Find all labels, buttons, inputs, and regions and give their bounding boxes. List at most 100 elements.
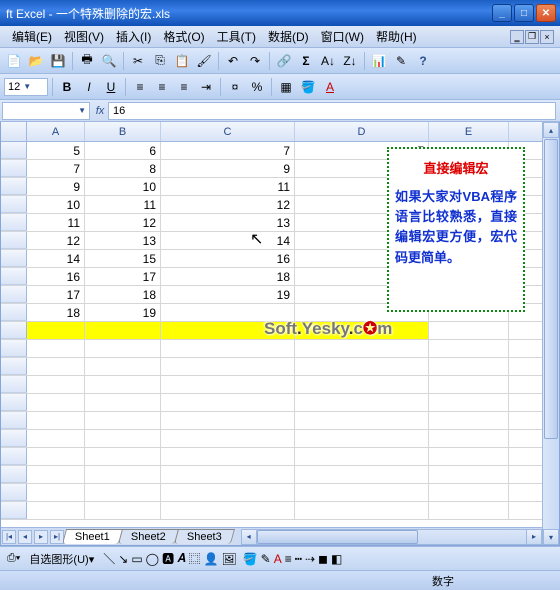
cell[interactable] — [161, 340, 295, 357]
col-header-e[interactable]: E — [429, 122, 509, 141]
cell[interactable]: 17 — [27, 286, 85, 303]
cell[interactable] — [429, 466, 509, 483]
line-icon[interactable]: ＼ — [103, 550, 115, 567]
cell[interactable] — [295, 448, 429, 465]
redo-icon[interactable]: ↷ — [245, 51, 265, 71]
fx-icon[interactable]: fx — [92, 105, 108, 117]
table-row[interactable] — [1, 412, 542, 430]
row-header[interactable] — [1, 340, 27, 357]
italic-button[interactable]: I — [79, 77, 99, 97]
vscroll-down-button[interactable]: ▾ — [543, 529, 559, 545]
cell[interactable] — [27, 502, 85, 519]
row-header[interactable] — [1, 358, 27, 375]
cell[interactable]: 14 — [161, 232, 295, 249]
cell[interactable] — [27, 394, 85, 411]
cell[interactable] — [429, 394, 509, 411]
cell[interactable] — [429, 340, 509, 357]
name-box[interactable]: ▼ — [2, 102, 90, 120]
fill-shape-icon[interactable]: 🪣 — [243, 552, 258, 566]
vertical-scrollbar[interactable]: ▴ ▾ — [542, 122, 559, 545]
cell[interactable] — [161, 394, 295, 411]
cell[interactable] — [85, 394, 161, 411]
cell[interactable] — [295, 394, 429, 411]
hyperlink-icon[interactable]: 🔗 — [274, 51, 294, 71]
cell[interactable] — [295, 466, 429, 483]
cell[interactable] — [161, 412, 295, 429]
cell[interactable]: 6 — [85, 142, 161, 159]
cell[interactable]: 11 — [161, 178, 295, 195]
dash-style-icon[interactable]: ┅ — [295, 552, 302, 566]
table-row[interactable] — [1, 340, 542, 358]
table-row[interactable] — [1, 358, 542, 376]
cell[interactable] — [27, 412, 85, 429]
cut-icon[interactable]: ✂ — [128, 51, 148, 71]
row-header[interactable] — [1, 214, 27, 231]
cell[interactable] — [161, 376, 295, 393]
cell[interactable] — [27, 466, 85, 483]
doc-restore-button[interactable]: ❐ — [525, 30, 539, 44]
font-color-icon[interactable]: A — [320, 77, 340, 97]
cell[interactable]: 13 — [161, 214, 295, 231]
cell[interactable] — [295, 430, 429, 447]
align-left-icon[interactable]: ≡ — [130, 77, 150, 97]
cell[interactable]: 19 — [161, 286, 295, 303]
vscroll-thumb[interactable] — [544, 139, 558, 439]
chart-icon[interactable]: 📊 — [369, 51, 389, 71]
font-color2-icon[interactable]: A — [274, 552, 282, 566]
cell[interactable] — [161, 466, 295, 483]
cell[interactable] — [85, 502, 161, 519]
hscroll-thumb[interactable] — [257, 530, 419, 544]
table-row[interactable] — [1, 394, 542, 412]
cell[interactable]: 10 — [27, 196, 85, 213]
rectangle-icon[interactable]: ▭ — [131, 552, 142, 566]
cell[interactable] — [429, 502, 509, 519]
merge-center-icon[interactable]: ⇥ — [196, 77, 216, 97]
cell[interactable]: 15 — [85, 250, 161, 267]
cell[interactable] — [27, 448, 85, 465]
table-row[interactable] — [1, 322, 542, 340]
close-button[interactable]: ✕ — [536, 4, 556, 22]
row-header[interactable] — [1, 304, 27, 321]
cell[interactable]: 12 — [27, 232, 85, 249]
table-row[interactable] — [1, 502, 542, 520]
cell[interactable] — [161, 484, 295, 501]
row-header[interactable] — [1, 232, 27, 249]
cell[interactable]: 14 — [27, 250, 85, 267]
row-header[interactable] — [1, 286, 27, 303]
cell[interactable] — [161, 304, 295, 321]
row-header[interactable] — [1, 502, 27, 519]
cell[interactable] — [429, 484, 509, 501]
cell[interactable]: 11 — [85, 196, 161, 213]
help-icon[interactable]: ? — [413, 51, 433, 71]
cell[interactable] — [85, 358, 161, 375]
cell[interactable] — [161, 502, 295, 519]
format-painter-icon[interactable]: 🖌 — [194, 51, 214, 71]
row-header[interactable] — [1, 394, 27, 411]
cell[interactable] — [295, 412, 429, 429]
cell[interactable] — [27, 322, 85, 339]
cell[interactable] — [429, 412, 509, 429]
cell[interactable] — [161, 448, 295, 465]
doc-close-button[interactable]: × — [540, 30, 554, 44]
cell[interactable]: 12 — [161, 196, 295, 213]
row-header[interactable] — [1, 412, 27, 429]
cell[interactable] — [85, 376, 161, 393]
font-size-dropdown[interactable]: 12▼ — [4, 78, 48, 96]
callout-box[interactable]: 直接编辑宏 如果大家对VBA程序语言比较熟悉，直接编辑宏更方便，宏代码更简单。 — [387, 147, 525, 312]
sheet-tab-1[interactable]: Sheet1 — [62, 529, 123, 544]
fill-color-icon[interactable]: 🪣 — [298, 77, 318, 97]
table-row[interactable] — [1, 484, 542, 502]
cell[interactable] — [295, 484, 429, 501]
oval-icon[interactable]: ◯ — [146, 552, 159, 566]
row-header[interactable] — [1, 322, 27, 339]
menu-help[interactable]: 帮助(H) — [370, 26, 423, 47]
cell[interactable] — [429, 430, 509, 447]
cell[interactable]: 5 — [27, 142, 85, 159]
menu-insert[interactable]: 插入(I) — [110, 26, 157, 47]
align-center-icon[interactable]: ≡ — [152, 77, 172, 97]
cell[interactable]: 13 — [85, 232, 161, 249]
cell[interactable] — [27, 358, 85, 375]
draw-menu[interactable]: ⎙▾ — [4, 551, 23, 566]
cell[interactable]: 8 — [85, 160, 161, 177]
row-header[interactable] — [1, 142, 27, 159]
